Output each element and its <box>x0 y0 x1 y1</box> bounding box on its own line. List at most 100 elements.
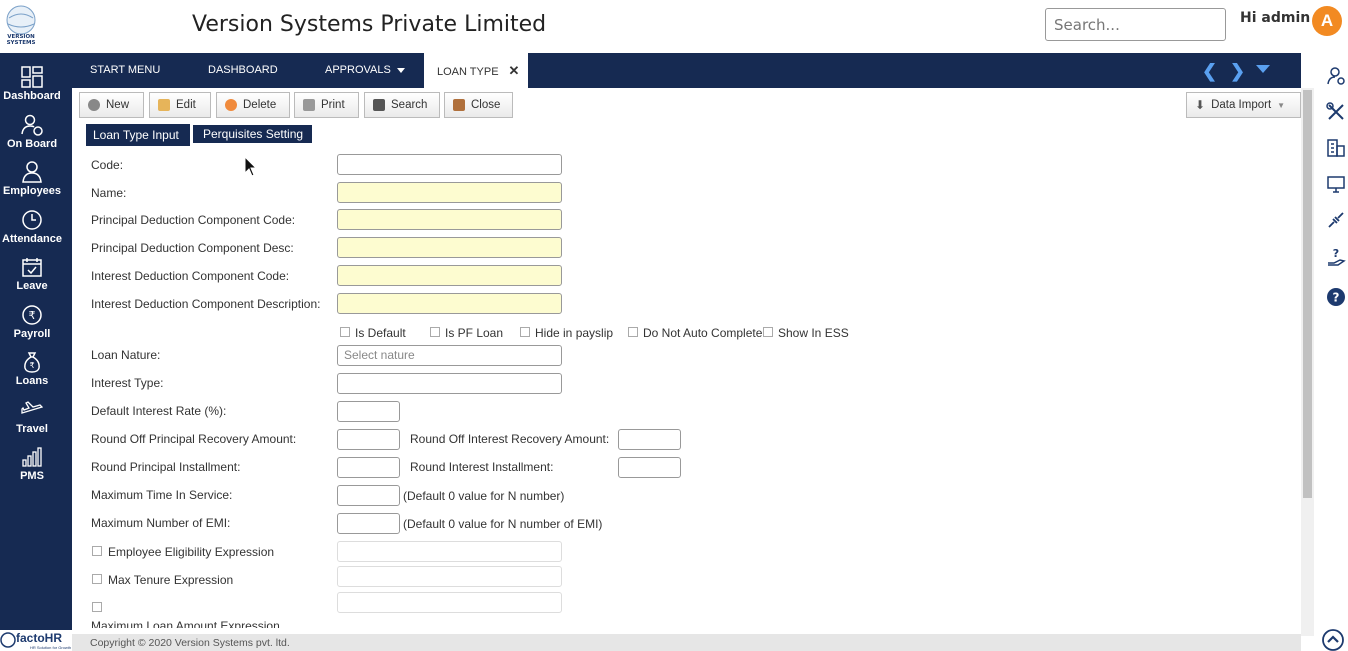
tab-approvals[interactable]: APPROVALS <box>325 53 405 88</box>
svg-text:?: ? <box>1333 247 1339 260</box>
search-button[interactable]: Search <box>364 92 440 118</box>
interest-type-label: Interest Type: <box>91 376 164 390</box>
monitor-icon[interactable] <box>1326 174 1346 194</box>
edit-button[interactable]: Edit <box>149 92 211 118</box>
pdc-desc-label: Principal Deduction Component Desc: <box>91 241 294 255</box>
company-logo[interactable]: VERSION SYSTEMS <box>2 4 40 48</box>
max-loan-amount-field[interactable] <box>337 592 562 613</box>
round-principal-inst-field[interactable] <box>337 457 400 478</box>
max-emi-field[interactable] <box>337 513 400 534</box>
roundoff-principal-label: Round Off Principal Recovery Amount: <box>91 432 297 446</box>
sidebar-item-onboard[interactable]: On Board <box>0 114 64 160</box>
exit-icon <box>453 99 465 111</box>
module-tabs-bar: START MENU DASHBOARD APPROVALS LOAN TYPE… <box>72 53 1301 88</box>
sidebar-item-employees[interactable]: Employees <box>0 161 64 207</box>
svg-text:₹: ₹ <box>29 309 36 322</box>
search-input[interactable] <box>1045 8 1226 41</box>
pdc-desc-field[interactable] <box>337 237 562 258</box>
sidebar-item-travel[interactable]: Travel <box>0 399 64 445</box>
code-field[interactable] <box>337 154 562 175</box>
chevron-right-icon[interactable]: ❯ <box>1230 61 1245 82</box>
onboard-icon <box>21 114 43 136</box>
default-rate-field[interactable] <box>337 401 400 422</box>
no-autocomplete-checkbox[interactable] <box>628 327 638 337</box>
employees-icon <box>22 161 42 183</box>
close-icon[interactable]: ✕ <box>509 63 520 78</box>
idc-desc-field[interactable] <box>337 293 562 314</box>
chevron-left-icon[interactable]: ❮ <box>1202 61 1217 82</box>
loan-nature-label: Loan Nature: <box>91 348 161 362</box>
max-emi-label: Maximum Number of EMI: <box>91 516 231 530</box>
loan-nature-select[interactable]: Select nature <box>337 345 562 366</box>
calendar-icon <box>22 258 42 277</box>
sidebar-item-pms[interactable]: PMS <box>0 446 64 492</box>
name-label: Name: <box>91 186 127 200</box>
show-ess-checkbox[interactable] <box>763 327 773 337</box>
emp-eligibility-checkbox[interactable] <box>92 546 102 556</box>
print-button[interactable]: Print <box>294 92 359 118</box>
tab-dashboard[interactable]: DASHBOARD <box>208 53 278 88</box>
tabs-dropdown-icon[interactable] <box>1256 65 1270 73</box>
scrollbar-thumb[interactable] <box>1303 90 1312 498</box>
emp-eligibility-field[interactable] <box>337 541 562 562</box>
dashboard-icon <box>21 66 43 88</box>
money-bag-icon: ₹ <box>24 352 40 373</box>
sidebar-item-label: Employees <box>2 185 62 197</box>
is-default-checkbox[interactable] <box>340 327 350 337</box>
roundoff-principal-field[interactable] <box>337 429 400 450</box>
max-time-field[interactable] <box>337 485 400 506</box>
hide-payslip-label: Hide in payslip <box>535 326 614 340</box>
copyright-text: Copyright © 2020 Version Systems pvt. lt… <box>90 637 290 649</box>
company-name: Version Systems Private Limited <box>192 12 547 37</box>
edit-icon <box>158 99 170 111</box>
interest-type-select[interactable] <box>337 373 562 394</box>
data-import-button[interactable]: ⬇ Data Import ▼ <box>1186 92 1301 118</box>
close-button[interactable]: Close <box>444 92 513 118</box>
svg-text:factoHR: factoHR <box>16 631 62 645</box>
tab-loan-type[interactable]: LOAN TYPE ✕ <box>424 53 528 88</box>
idc-code-field[interactable] <box>337 265 562 286</box>
round-interest-inst-field[interactable] <box>618 457 681 478</box>
is-pf-loan-checkbox[interactable] <box>430 327 440 337</box>
building-icon[interactable] <box>1326 138 1346 158</box>
name-field[interactable] <box>337 182 562 203</box>
sidebar-item-label: PMS <box>20 470 44 482</box>
sidebar-item-attendance[interactable]: Attendance <box>0 209 64 255</box>
pdc-code-field[interactable] <box>337 209 562 230</box>
avatar[interactable]: A <box>1312 6 1342 36</box>
plane-icon <box>21 401 43 414</box>
plug-icon[interactable] <box>1326 210 1346 230</box>
delete-button[interactable]: Delete <box>216 92 290 118</box>
help-hand-icon[interactable]: ? <box>1326 247 1346 267</box>
sidebar-item-dashboard[interactable]: Dashboard <box>0 66 64 112</box>
roundoff-interest-field[interactable] <box>618 429 681 450</box>
sidebar-item-label: Travel <box>16 423 48 435</box>
factohr-logo: factoHR HR Solution for Growth <box>0 630 72 651</box>
plus-icon <box>88 99 100 111</box>
sidebar-item-label: Leave <box>16 280 48 292</box>
svg-text:HR Solution for Growth: HR Solution for Growth <box>30 645 71 650</box>
user-settings-icon[interactable] <box>1326 66 1346 86</box>
max-tenure-field[interactable] <box>337 566 562 587</box>
tab-perquisites-setting[interactable]: Perquisites Setting <box>193 125 312 143</box>
user-greeting: Hi admin <box>1240 10 1311 26</box>
max-time-hint: (Default 0 value for N number) <box>403 489 565 503</box>
tools-icon[interactable] <box>1326 102 1346 122</box>
max-loan-amount-checkbox[interactable] <box>92 602 102 612</box>
sidebar-item-leave[interactable]: Leave <box>0 256 64 302</box>
scroll-top-icon[interactable] <box>1322 629 1344 651</box>
sidebar-item-loans[interactable]: ₹ Loans <box>0 351 64 397</box>
help-circle-icon[interactable]: ? <box>1326 287 1346 307</box>
tab-start-menu[interactable]: START MENU <box>90 53 160 88</box>
max-tenure-checkbox[interactable] <box>92 574 102 584</box>
chevron-down-icon: ▼ <box>1277 100 1286 110</box>
sidebar-item-label: Dashboard <box>3 90 61 102</box>
sidebar-item-payroll[interactable]: ₹ Payroll <box>0 304 64 350</box>
pdc-code-label: Principal Deduction Component Code: <box>91 213 296 227</box>
svg-text:₹: ₹ <box>29 361 34 370</box>
svg-text:?: ? <box>1333 291 1340 305</box>
round-principal-inst-label: Round Principal Installment: <box>91 460 241 474</box>
tab-loan-type-input[interactable]: Loan Type Input <box>86 124 190 146</box>
new-button[interactable]: New <box>79 92 144 118</box>
hide-payslip-checkbox[interactable] <box>520 327 530 337</box>
